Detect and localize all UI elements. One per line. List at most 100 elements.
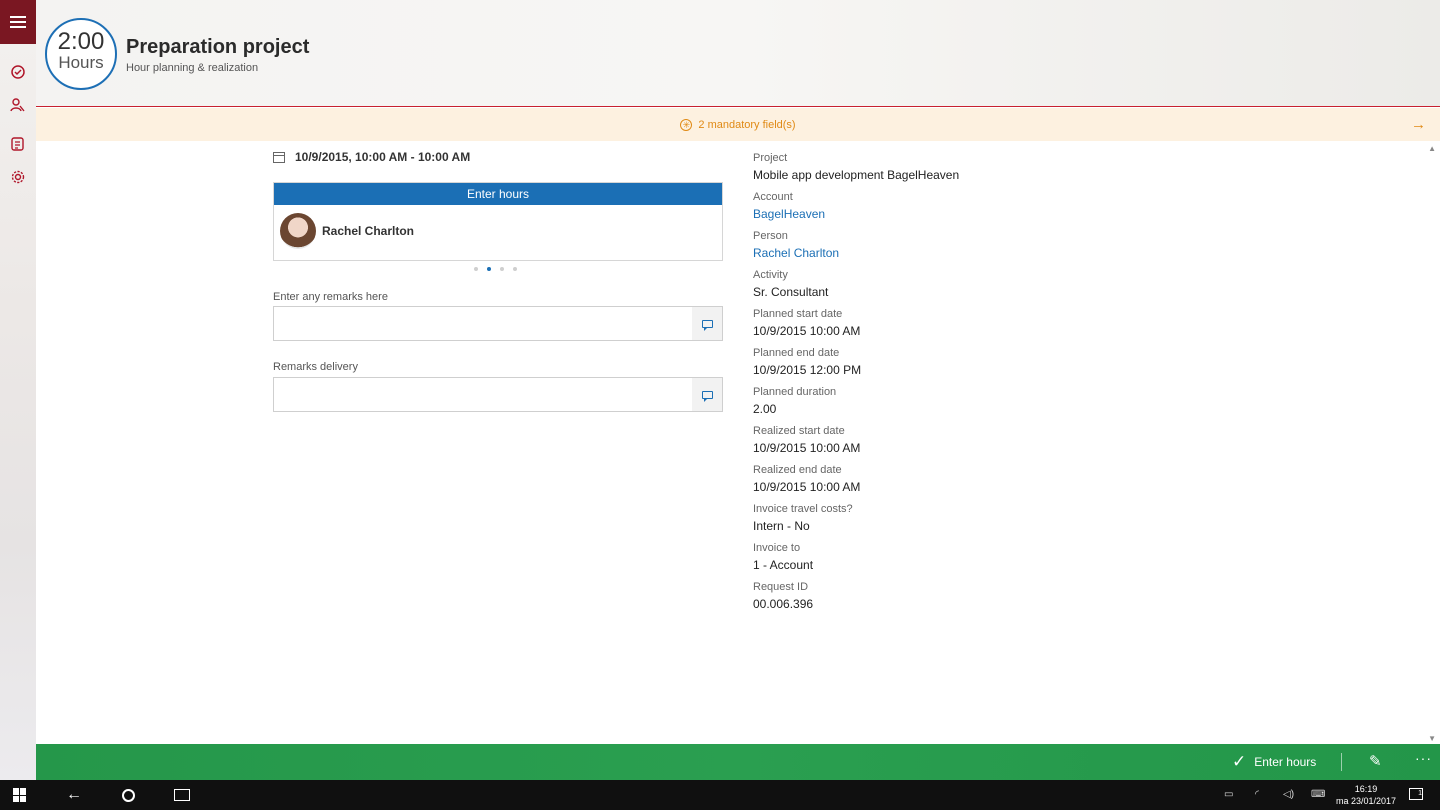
detail-label: Planned start date bbox=[753, 308, 843, 320]
detail-realized-end: Realized end date 10/9/2015 10:00 AM bbox=[753, 464, 1153, 503]
left-rail bbox=[0, 0, 36, 780]
detail-value: 2.00 bbox=[753, 402, 777, 416]
notification-center-icon[interactable]: 1 bbox=[1409, 788, 1423, 800]
detail-realized-start: Realized start date 10/9/2015 10:00 AM bbox=[753, 425, 1153, 464]
remarks-input[interactable] bbox=[274, 307, 692, 340]
detail-planned-start: Planned start date 10/9/2015 10:00 AM bbox=[753, 308, 1153, 347]
enter-hours-card: Enter hours Rachel Charlton bbox=[273, 182, 723, 261]
windows-logo-icon bbox=[13, 788, 27, 802]
detail-label: Invoice travel costs? bbox=[753, 503, 853, 515]
detail-value: 00.006.396 bbox=[753, 597, 814, 611]
rail-list-icon[interactable] bbox=[10, 136, 26, 152]
detail-planned-end: Planned end date 10/9/2015 12:00 PM bbox=[753, 347, 1153, 386]
enter-hours-header-button[interactable]: Enter hours bbox=[274, 183, 722, 205]
banner-text: 2 mandatory field(s) bbox=[698, 118, 796, 131]
warning-asterisk-icon: ✳ bbox=[680, 118, 693, 131]
edit-pencil-icon[interactable]: ✎ bbox=[1369, 752, 1382, 770]
detail-planned-duration: Planned duration 2.00 bbox=[753, 386, 1153, 425]
detail-label: Activity bbox=[753, 269, 788, 281]
detail-request-id: Request ID 00.006.396 bbox=[753, 581, 1153, 620]
task-view-icon bbox=[174, 789, 190, 801]
system-date: ma 23/01/2017 bbox=[1336, 796, 1397, 806]
system-time: 16:19 bbox=[1354, 784, 1378, 794]
enter-hours-button[interactable]: ✓ Enter hours bbox=[1232, 753, 1316, 770]
remarks-comment-button[interactable] bbox=[692, 307, 722, 340]
wifi-icon[interactable]: ◜ bbox=[1255, 789, 1259, 800]
scroll-down-arrow-icon[interactable]: ▼ bbox=[1428, 734, 1436, 743]
pager-dot[interactable] bbox=[474, 267, 478, 271]
detail-project: Project Mobile app development BagelHeav… bbox=[753, 152, 1153, 191]
detail-label: Realized end date bbox=[753, 464, 842, 476]
details-list: Project Mobile app development BagelHeav… bbox=[753, 152, 1153, 620]
detail-value: Sr. Consultant bbox=[753, 285, 829, 299]
page-subtitle: Hour planning & realization bbox=[126, 62, 259, 74]
task-view-button[interactable] bbox=[164, 780, 200, 810]
detail-invoice-to: Invoice to 1 - Account bbox=[753, 542, 1153, 581]
arrow-right-icon[interactable]: → bbox=[1411, 116, 1426, 133]
appointment-datetime: 10/9/2015, 10:00 AM - 10:00 AM bbox=[273, 150, 470, 164]
cortana-circle-icon bbox=[121, 788, 135, 802]
person-row[interactable]: Rachel Charlton bbox=[274, 205, 722, 257]
detail-value: 10/9/2015 10:00 AM bbox=[753, 324, 861, 338]
detail-label: Person bbox=[753, 230, 788, 242]
cortana-button[interactable] bbox=[110, 780, 146, 810]
more-options-button[interactable]: ··· bbox=[1415, 750, 1432, 766]
system-clock[interactable]: 16:19 ma 23/01/2017 bbox=[1336, 783, 1396, 807]
calendar-icon bbox=[273, 151, 285, 163]
detail-label: Project bbox=[753, 152, 788, 164]
enter-hours-label: Enter hours bbox=[1254, 754, 1317, 769]
pager-dot-active[interactable] bbox=[487, 267, 491, 271]
hamburger-menu-button[interactable] bbox=[0, 0, 36, 44]
avatar bbox=[280, 213, 316, 249]
volume-icon[interactable]: ◁) bbox=[1283, 789, 1294, 800]
pager-dot[interactable] bbox=[500, 267, 504, 271]
notification-count: 1 bbox=[1418, 790, 1422, 797]
delivery-comment-button[interactable] bbox=[692, 378, 722, 411]
pager-dot[interactable] bbox=[513, 267, 517, 271]
windows-taskbar: ← ▭ ◜ ◁) ⌨ 16:19 ma 23/01/2017 1 bbox=[0, 780, 1440, 810]
rail-people-icon[interactable] bbox=[10, 97, 26, 113]
hamburger-icon bbox=[10, 17, 26, 27]
account-link[interactable]: BagelHeaven bbox=[753, 206, 1153, 222]
clock-time: 2:00 bbox=[57, 28, 105, 55]
battery-icon[interactable]: ▭ bbox=[1224, 789, 1233, 800]
delivery-remarks-label: Remarks delivery bbox=[273, 361, 358, 373]
back-arrow-icon[interactable]: ← bbox=[56, 780, 92, 810]
detail-value: 1 - Account bbox=[753, 558, 814, 572]
detail-label: Account bbox=[753, 191, 793, 203]
detail-activity: Activity Sr. Consultant bbox=[753, 269, 1153, 308]
detail-label: Request ID bbox=[753, 581, 809, 593]
scroll-up-arrow-icon[interactable]: ▲ bbox=[1428, 144, 1436, 153]
detail-value: Intern - No bbox=[753, 519, 810, 533]
datetime-text: 10/9/2015, 10:00 AM - 10:00 AM bbox=[295, 150, 471, 164]
rail-check-circle-icon[interactable] bbox=[10, 64, 26, 80]
detail-label: Realized start date bbox=[753, 425, 845, 437]
delivery-remarks-field bbox=[273, 377, 723, 412]
detail-value: 10/9/2015 10:00 AM bbox=[753, 480, 861, 494]
clock-unit: Hours bbox=[58, 53, 104, 72]
remarks-field bbox=[273, 306, 723, 341]
rail-gear-icon[interactable] bbox=[10, 169, 26, 185]
command-bar: ✓ Enter hours ✎ ··· bbox=[36, 744, 1440, 780]
detail-value: 10/9/2015 12:00 PM bbox=[753, 363, 862, 377]
pager-dots bbox=[474, 267, 517, 271]
hours-clock-badge: 2:00 Hours bbox=[45, 18, 117, 90]
comment-icon bbox=[701, 390, 713, 402]
mandatory-fields-banner[interactable]: ✳ 2 mandatory field(s) → bbox=[36, 108, 1440, 141]
detail-value: Mobile app development BagelHeaven bbox=[753, 168, 960, 182]
detail-invoice-travel: Invoice travel costs? Intern - No bbox=[753, 503, 1153, 542]
page-header: 2:00 Hours Preparation project Hour plan… bbox=[36, 0, 1440, 107]
remarks-label: Enter any remarks here bbox=[273, 291, 388, 303]
detail-person: Person Rachel Charlton bbox=[753, 230, 1153, 269]
delivery-remarks-input[interactable] bbox=[274, 378, 692, 411]
person-link[interactable]: Rachel Charlton bbox=[753, 245, 1153, 261]
keyboard-icon[interactable]: ⌨ bbox=[1311, 789, 1325, 800]
start-button[interactable] bbox=[0, 780, 40, 810]
checkmark-icon: ✓ bbox=[1232, 752, 1247, 771]
detail-value: 10/9/2015 10:00 AM bbox=[753, 441, 861, 455]
detail-label: Planned end date bbox=[753, 347, 840, 359]
detail-label: Planned duration bbox=[753, 386, 837, 398]
person-name: Rachel Charlton bbox=[322, 224, 415, 238]
comment-icon bbox=[701, 319, 713, 331]
detail-label: Invoice to bbox=[753, 542, 801, 554]
